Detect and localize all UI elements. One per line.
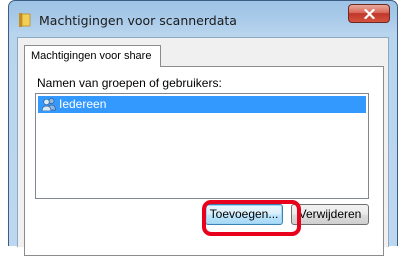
users-listbox[interactable]: Iedereen	[35, 93, 369, 199]
close-button[interactable]	[348, 4, 390, 23]
add-button[interactable]: Toevoegen...	[205, 204, 283, 225]
dialog-client-area: Machtigingen voor share Namen van groepe…	[17, 37, 389, 256]
list-item-label: Iedereen	[59, 97, 107, 111]
tab-label: Machtigingen voor share	[31, 50, 152, 62]
list-item-everyone[interactable]: Iedereen	[38, 96, 366, 113]
tab-panel: Namen van groepen of gebruikers: Iederee…	[24, 66, 384, 256]
dialog-window: Machtigingen voor scannerdata Machtiging…	[8, 0, 398, 256]
users-icon	[41, 97, 57, 114]
folder-icon	[19, 13, 31, 27]
window-title: Machtigingen voor scannerdata	[39, 13, 237, 28]
tab-share-permissions[interactable]: Machtigingen voor share	[24, 45, 161, 67]
users-list-label: Namen van groepen of gebruikers:	[37, 76, 222, 90]
remove-button[interactable]: Verwijderen	[291, 204, 369, 225]
close-icon	[364, 9, 375, 19]
title-bar[interactable]: Machtigingen voor scannerdata	[9, 1, 397, 37]
